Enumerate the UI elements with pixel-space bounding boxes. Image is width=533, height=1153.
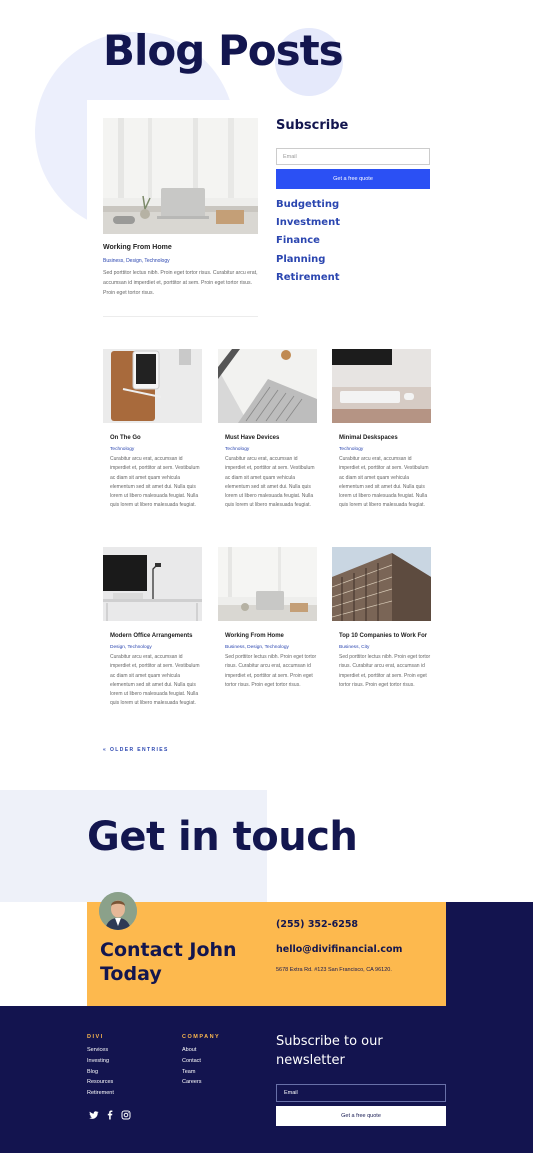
post-image[interactable] — [332, 547, 431, 621]
email-field[interactable]: Email — [276, 148, 430, 165]
post-tags[interactable]: Business, Design, Technology — [225, 645, 317, 650]
footer-link[interactable]: About — [182, 1047, 202, 1058]
contact-name: Contact John Today — [100, 939, 237, 985]
contact-section-title: Get in touch — [87, 814, 358, 860]
older-entries-link[interactable]: « OLDER ENTRIES — [103, 747, 169, 753]
category-link[interactable]: Budgetting — [276, 199, 340, 217]
post-excerpt: Sed porttitor lectus nibh. Proin eget to… — [339, 654, 431, 688]
post-excerpt: Curabitur arcu erat, accumsan id imperdi… — [110, 456, 200, 509]
post-tags[interactable]: Technology — [225, 447, 317, 452]
post-tags[interactable]: Technology — [339, 447, 431, 452]
post-image[interactable] — [218, 349, 317, 423]
category-link[interactable]: Planning — [276, 254, 340, 272]
newsletter-title: Subscribe to our newsletter — [276, 1034, 383, 1068]
post-card: Must Have Devices Technology Curabitur a… — [218, 349, 317, 511]
featured-post-title[interactable]: Working From Home — [103, 244, 172, 251]
post-card: Modern Office Arrangements Design, Techn… — [103, 547, 202, 709]
newsletter-quote-button[interactable]: Get a free quote — [276, 1106, 446, 1126]
post-title[interactable]: Must Have Devices — [225, 433, 317, 443]
post-excerpt: Curabitur arcu erat, accumsan id imperdi… — [339, 456, 429, 509]
post-excerpt: Sed porttitor lectus nibh. Proin eget to… — [225, 654, 317, 688]
footer-link[interactable]: Blog — [87, 1069, 114, 1080]
footer — [0, 1006, 533, 1153]
divider — [103, 316, 258, 317]
footer-link[interactable]: Team — [182, 1069, 202, 1080]
subscribe-title: Subscribe — [276, 118, 349, 133]
post-title[interactable]: Minimal Deskspaces — [339, 433, 431, 443]
post-image[interactable] — [103, 349, 202, 423]
post-title[interactable]: Working From Home — [225, 631, 317, 641]
post-excerpt: Curabitur arcu erat, accumsan id imperdi… — [110, 654, 200, 707]
footer-link[interactable]: Contact — [182, 1058, 202, 1069]
decor-block — [446, 902, 533, 1006]
post-title[interactable]: On The Go — [110, 433, 202, 443]
post-tags[interactable]: Business, City — [339, 645, 431, 650]
category-link[interactable]: Investment — [276, 217, 340, 235]
post-card: Minimal Deskspaces Technology Curabitur … — [332, 349, 431, 511]
featured-post-tags[interactable]: Business, Design, Technology — [103, 258, 170, 264]
footer-col-title: DIVI — [87, 1034, 104, 1040]
post-excerpt: Curabitur arcu erat, accumsan id imperdi… — [225, 456, 315, 509]
avatar — [99, 892, 137, 930]
post-tags[interactable]: Design, Technology — [110, 645, 202, 650]
post-card: On The Go Technology Curabitur arcu erat… — [103, 349, 202, 511]
postal-address: 5678 Extra Rd. #123 San Francisco, CA 96… — [276, 967, 392, 973]
featured-post-excerpt: Sed porttitor lectus nibh. Proin eget to… — [103, 270, 258, 296]
instagram-icon[interactable] — [121, 1110, 131, 1120]
newsletter-email-field[interactable]: Email — [276, 1084, 446, 1102]
category-list: Budgetting Investment Finance Planning R… — [276, 199, 340, 290]
post-image[interactable] — [103, 547, 202, 621]
page: Blog Posts Working From Home Business, D… — [0, 0, 533, 1153]
footer-link[interactable]: Careers — [182, 1079, 202, 1090]
post-card: Top 10 Companies to Work For Business, C… — [332, 547, 431, 690]
featured-image[interactable] — [103, 118, 258, 234]
post-image[interactable] — [218, 547, 317, 621]
footer-link[interactable]: Investing — [87, 1058, 114, 1069]
post-image[interactable] — [332, 349, 431, 423]
footer-link[interactable]: Retirement — [87, 1090, 114, 1101]
page-title: Blog Posts — [103, 26, 344, 75]
footer-link[interactable]: Resources — [87, 1079, 114, 1090]
get-quote-button[interactable]: Get a free quote — [276, 169, 430, 189]
category-link[interactable]: Retirement — [276, 272, 340, 290]
post-card: Working From Home Business, Design, Tech… — [218, 547, 317, 690]
footer-links: About Contact Team Careers — [182, 1047, 202, 1090]
footer-link[interactable]: Services — [87, 1047, 114, 1058]
email-address[interactable]: hello@divifinancial.com — [276, 944, 402, 955]
post-title[interactable]: Top 10 Companies to Work For — [339, 631, 431, 641]
twitter-icon[interactable] — [89, 1110, 99, 1120]
facebook-icon[interactable] — [105, 1110, 115, 1120]
phone-number[interactable]: (255) 352-6258 — [276, 919, 358, 930]
footer-links: Services Investing Blog Resources Retire… — [87, 1047, 114, 1101]
post-tags[interactable]: Technology — [110, 447, 202, 452]
category-link[interactable]: Finance — [276, 235, 340, 253]
post-title[interactable]: Modern Office Arrangements — [110, 631, 202, 641]
footer-col-title: COMPANY — [182, 1034, 221, 1040]
